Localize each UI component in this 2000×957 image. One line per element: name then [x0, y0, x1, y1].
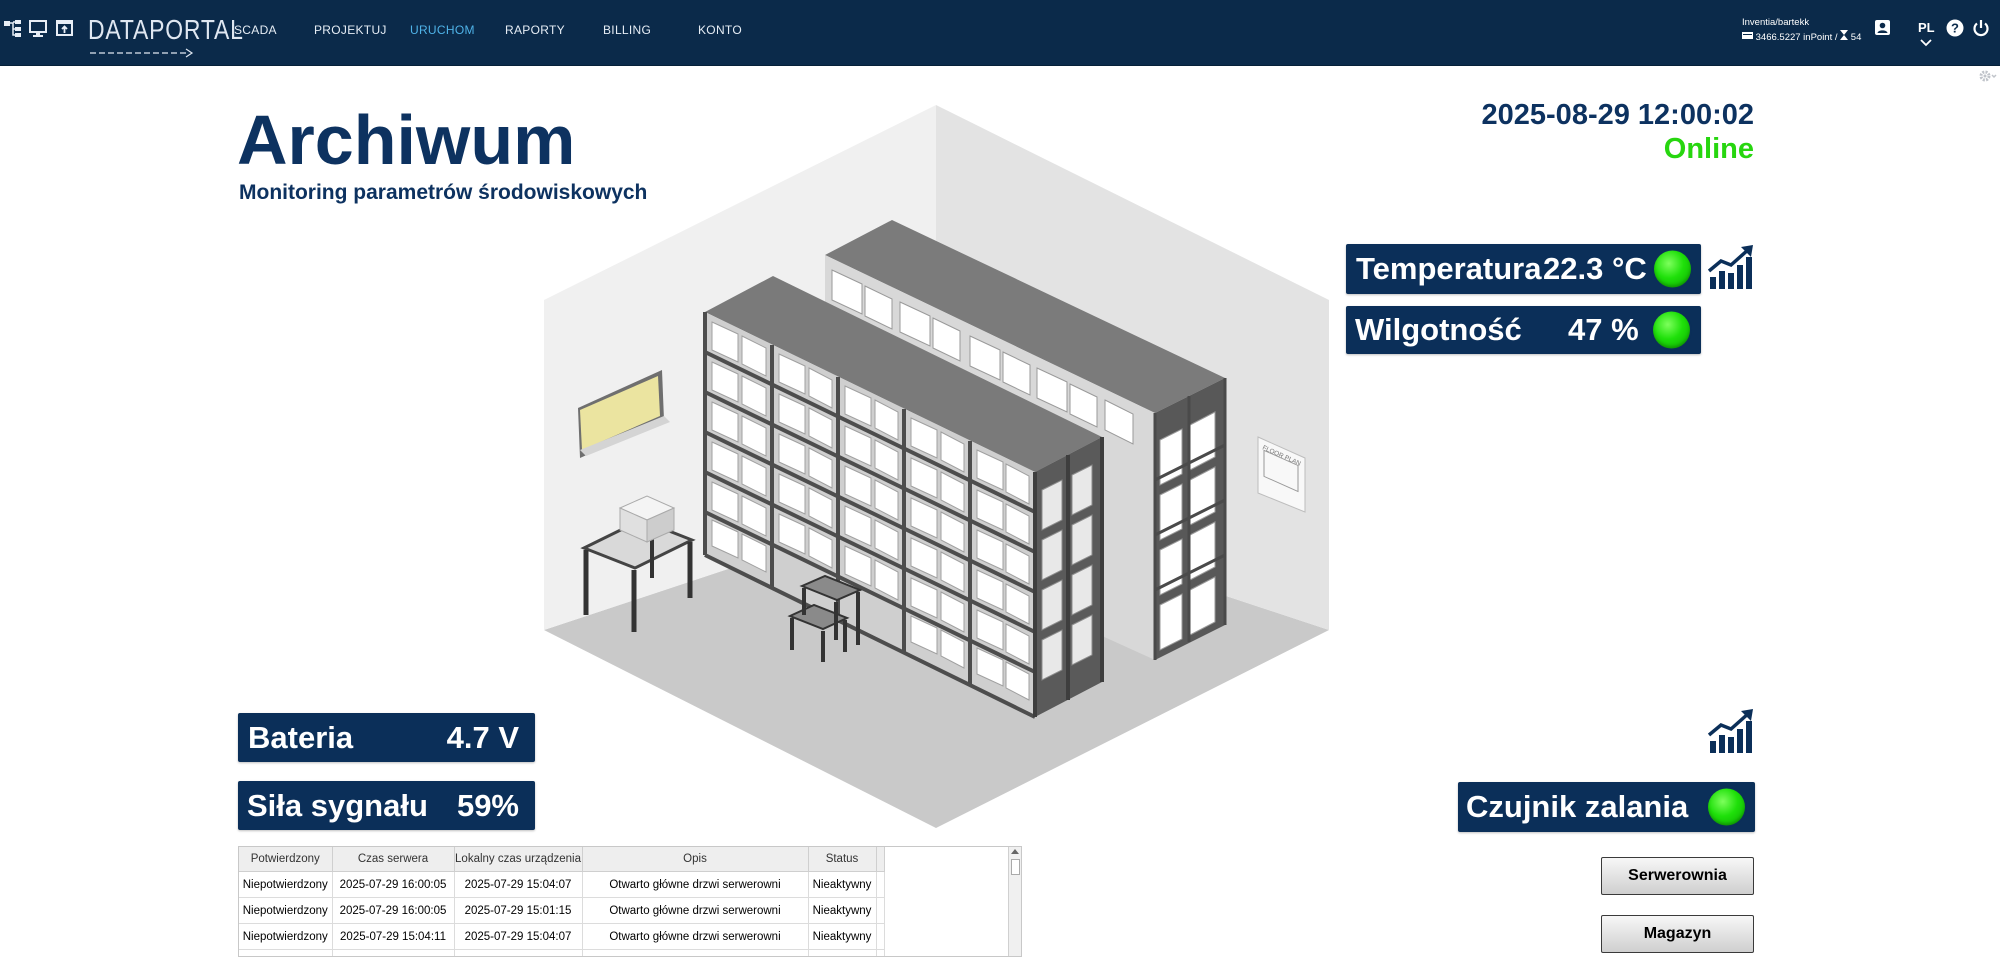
column-header-server-time[interactable]: Czas serwera — [332, 847, 454, 872]
window-upload-icon[interactable] — [55, 18, 75, 38]
current-datetime: 2025-08-29 12:00:02 — [1482, 99, 1754, 132]
cell-server-time: 2025-07-29 15:04:11 — [332, 924, 454, 950]
battery-panel: Bateria 4.7 V — [238, 713, 535, 762]
language-selector[interactable]: PL — [1918, 20, 1934, 50]
battery-label: Bateria — [248, 720, 353, 756]
cell-spacer — [876, 898, 884, 924]
flood-sensor-status-led — [1708, 789, 1745, 826]
table-row[interactable]: Niepotwierdzony 2025-07-29 16:00:05 2025… — [239, 898, 884, 924]
signal-panel: Siła sygnału 59% — [238, 781, 535, 830]
temperature-label: Temperatura — [1356, 251, 1542, 287]
temperature-panel: Temperatura 22.3 °C — [1346, 244, 1701, 294]
power-icon[interactable] — [1972, 19, 1990, 42]
cell-description: Otwarto główne drzwi serwerowni — [582, 872, 808, 898]
cell-spacer — [876, 924, 884, 950]
column-header-local-time[interactable]: Lokalny czas urządzenia — [454, 847, 582, 872]
battery-value: 4.7 V — [447, 720, 519, 756]
cell-description: Otwarto główne drzwi serwerowni — [582, 898, 808, 924]
cell-description: Otwarto główne drzwi serwerowni — [582, 924, 808, 950]
events-table: Potwierdzony Czas serwera Lokalny czas u… — [238, 846, 1022, 957]
hourglass-icon — [1840, 32, 1851, 43]
chevron-down-icon — [1920, 39, 1932, 47]
humidity-value: 47 % — [1568, 312, 1639, 348]
humidity-panel: Wilgotność 47 % — [1346, 306, 1701, 354]
user-card-icon[interactable] — [1874, 19, 1891, 41]
help-icon[interactable]: ? — [1946, 19, 1964, 42]
cell-status: Nieaktywny — [808, 872, 876, 898]
cell-status: Nieaktywny — [808, 898, 876, 924]
cell-confirmed: Niepotwierdzony — [239, 898, 332, 924]
nav-scada[interactable]: SCADA — [234, 23, 277, 37]
monitor-icon[interactable] — [28, 18, 48, 38]
balance-text: 3466.5227 inPoint / — [1756, 32, 1841, 43]
serwerownia-button[interactable]: Serwerownia — [1601, 857, 1754, 895]
flood-sensor-label: Czujnik zalania — [1466, 789, 1688, 825]
nav-billing[interactable]: BILLING — [603, 23, 651, 37]
cell-server-time: 2025-07-29 16:00:05 — [332, 898, 454, 924]
table-row[interactable]: Niepotwierdzony 2025-07-29 15:04:11 2025… — [239, 924, 884, 950]
cell-local-time: 2025-07-29 15:04:07 — [454, 924, 582, 950]
trend-chart-icon[interactable] — [1707, 243, 1755, 291]
connection-status: Online — [1664, 133, 1754, 166]
scroll-up-arrow-icon[interactable] — [1011, 849, 1019, 854]
signal-label: Siła sygnału — [247, 788, 428, 824]
temperature-value: 22.3 °C — [1543, 251, 1647, 287]
cell-local-time: 2025-07-29 15:01:15 — [454, 898, 582, 924]
table-scrollbar[interactable] — [1008, 847, 1021, 956]
column-header-spacer — [876, 847, 884, 872]
magazyn-button[interactable]: Magazyn — [1601, 915, 1754, 953]
cell-confirmed: Niepotwierdzony — [239, 872, 332, 898]
nav-uruchom[interactable]: URUCHOM — [410, 23, 475, 37]
scrollbar-thumb[interactable] — [1011, 859, 1020, 875]
cell-status: Nieaktywny — [808, 924, 876, 950]
device-count: 54 — [1851, 32, 1862, 43]
humidity-label: Wilgotność — [1355, 312, 1522, 348]
signal-value: 59% — [457, 788, 519, 824]
nav-projektuj[interactable]: PROJEKTUJ — [314, 23, 387, 37]
wallet-icon — [1742, 32, 1756, 43]
column-header-confirmed[interactable]: Potwierdzony — [239, 847, 332, 872]
column-header-description[interactable]: Opis — [582, 847, 808, 872]
flood-sensor-panel: Czujnik zalania — [1458, 782, 1755, 832]
cell-local-time: 2025-07-29 15:04:07 — [454, 872, 582, 898]
table-header-row: Potwierdzony Czas serwera Lokalny czas u… — [239, 847, 884, 872]
column-header-status[interactable]: Status — [808, 847, 876, 872]
cell-spacer — [876, 872, 884, 898]
tree-structure-icon[interactable] — [3, 18, 23, 38]
gear-icon[interactable] — [1978, 69, 1998, 83]
user-info: Inventia/bartekk 3466.5227 inPoint / 54 — [1742, 16, 1882, 45]
trend-chart-icon[interactable] — [1707, 707, 1755, 755]
nav-raporty[interactable]: RAPORTY — [505, 23, 565, 37]
table-row[interactable] — [239, 950, 884, 957]
top-navigation-bar: DATAPORTAL SCADA PROJEKTUJ URUCHOM RAPOR… — [0, 0, 2000, 66]
table-row[interactable]: Niepotwierdzony 2025-07-29 16:00:05 2025… — [239, 872, 884, 898]
nav-konto[interactable]: KONTO — [698, 23, 742, 37]
archive-room-illustration: FLOOR PLAN — [540, 100, 1340, 840]
humidity-status-led — [1653, 312, 1690, 349]
temperature-status-led — [1654, 251, 1691, 288]
cell-confirmed: Niepotwierdzony — [239, 924, 332, 950]
page-title: Archiwum — [237, 98, 575, 182]
user-name: Inventia/bartekk — [1742, 16, 1882, 30]
cell-server-time: 2025-07-29 16:00:05 — [332, 872, 454, 898]
dataportal-logo[interactable]: DATAPORTAL — [88, 12, 196, 56]
svg-text:?: ? — [1951, 21, 1959, 36]
